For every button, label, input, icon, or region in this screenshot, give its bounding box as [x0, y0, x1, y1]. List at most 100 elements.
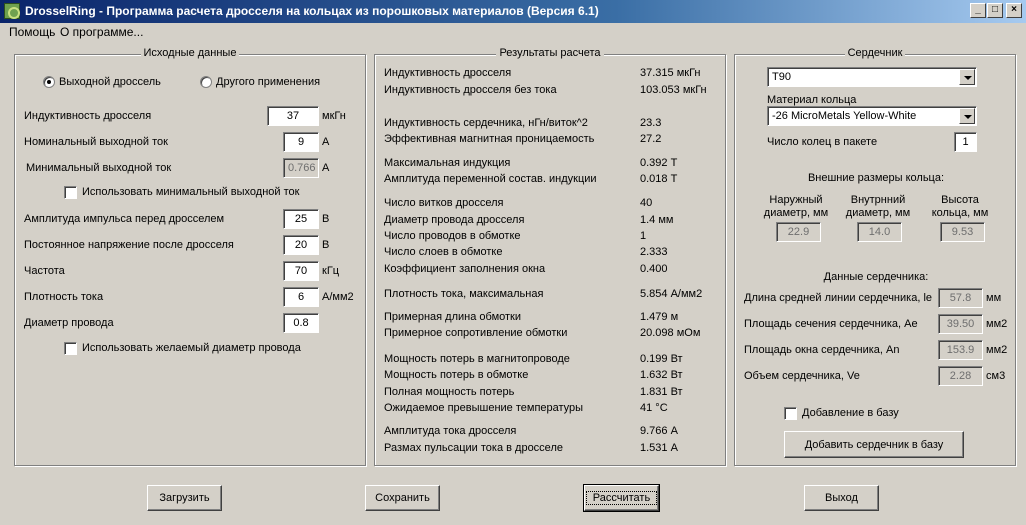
result-label: Мощность потерь в магнитопроводе	[384, 353, 570, 365]
result-value: 20.098 мОм	[640, 327, 701, 339]
result-value: 37.315 мкГн	[640, 67, 701, 79]
min-current-input: 0.766	[283, 158, 319, 178]
window-title: DrosselRing - Программа расчета дросселя…	[25, 4, 599, 18]
result-label: Коэффициент заполнения окна	[384, 263, 546, 275]
chevron-down-icon[interactable]	[959, 108, 975, 124]
result-value: 5.854 А/мм2	[640, 288, 703, 300]
outer-diameter-label: Наружный диаметр, мм	[763, 194, 829, 219]
use-min-current-label: Использовать минимальный выходной ток	[82, 186, 300, 198]
result-label: Размах пульсации тока в дросселе	[384, 442, 563, 454]
radio-output-choke[interactable]	[43, 76, 55, 88]
result-value: 1.531 А	[640, 442, 678, 454]
result-label: Диаметр провода дросселя	[384, 214, 525, 226]
ve-unit: см3	[986, 370, 1006, 382]
menu-help[interactable]: Помощь	[9, 25, 55, 39]
an-field: 153.9	[938, 340, 983, 360]
result-value: 9.766 А	[640, 425, 678, 437]
result-value: 0.400	[640, 263, 668, 275]
nominal-current-label: Номинальный выходной ток	[24, 136, 168, 148]
add-to-db-checkbox[interactable]	[784, 407, 797, 420]
save-button[interactable]: Сохранить	[365, 485, 440, 511]
maximize-button[interactable]: □	[987, 3, 1003, 18]
current-density-label: Плотность тока	[24, 291, 104, 303]
result-label: Индуктивность дросселя без тока	[384, 84, 557, 96]
exit-button-label: Выход	[825, 492, 858, 504]
result-value: 103.053 мкГн	[640, 84, 707, 96]
nominal-current-input[interactable]: 9	[283, 132, 319, 152]
result-value: 1.831 Вт	[640, 386, 683, 398]
core-select[interactable]: T90	[767, 67, 977, 87]
result-value: 27.2	[640, 133, 662, 145]
radio-other-label: Другого применения	[216, 76, 321, 88]
result-label: Индуктивность сердечника, нГн/виток^2	[384, 117, 588, 129]
core-select-value: T90	[772, 71, 791, 83]
minimize-button[interactable]: _	[970, 3, 986, 18]
ae-field: 39.50	[938, 314, 983, 334]
frequency-unit: кГц	[322, 265, 340, 277]
nominal-current-unit: А	[322, 136, 330, 148]
calculate-button-label: Рассчитать	[585, 491, 658, 505]
result-label: Эффективная магнитная проницаемость	[384, 133, 595, 145]
ae-unit: мм2	[986, 318, 1008, 330]
radio-output-label: Выходной дроссель	[59, 76, 161, 88]
calculate-button[interactable]: Рассчитать	[583, 484, 660, 512]
ae-label: Площадь сечения сердечника, Ae	[744, 318, 918, 330]
exit-button[interactable]: Выход	[804, 485, 879, 511]
inner-diameter-field: 14.0	[857, 222, 902, 242]
frequency-input[interactable]: 70	[283, 261, 319, 281]
core-group-title: Сердечник	[844, 47, 906, 59]
result-label: Число витков дросселя	[384, 197, 504, 209]
result-value: 0.199 Вт	[640, 353, 683, 365]
use-min-current-checkbox[interactable]	[64, 186, 77, 199]
use-wire-diameter-checkbox[interactable]	[64, 342, 77, 355]
inductance-label: Индуктивность дросселя	[24, 110, 152, 122]
min-current-unit: А	[322, 162, 330, 174]
result-value: 0.018 Т	[640, 173, 678, 185]
use-wire-diameter-label: Использовать желаемый диаметр провода	[82, 342, 301, 354]
current-density-input[interactable]: 6	[283, 287, 319, 307]
le-unit: мм	[986, 292, 1002, 304]
wire-diameter-label: Диаметр провода	[24, 317, 114, 329]
menu-about[interactable]: О программе...	[60, 25, 143, 39]
result-label: Число проводов в обмотке	[384, 230, 521, 242]
result-value: 1.479 м	[640, 311, 679, 323]
frequency-label: Частота	[24, 265, 65, 277]
radio-other-use[interactable]	[200, 76, 212, 88]
ring-height-field: 9.53	[940, 222, 985, 242]
result-value: 2.333	[640, 246, 668, 258]
an-unit: мм2	[986, 344, 1008, 356]
results-group-title: Результаты расчета	[496, 47, 604, 59]
rings-input[interactable]: 1	[954, 132, 977, 152]
wire-diameter-input[interactable]: 0.8	[283, 313, 319, 333]
result-label: Примерное сопротивление обмотки	[384, 327, 568, 339]
result-label: Амплитуда тока дросселя	[384, 425, 517, 437]
app-icon	[4, 3, 20, 19]
inductance-input[interactable]: 37	[267, 106, 319, 126]
outer-diameter-field: 22.9	[776, 222, 821, 242]
result-label: Полная мощность потерь	[384, 386, 515, 398]
result-value: 1	[640, 230, 647, 242]
load-button[interactable]: Загрузить	[147, 485, 222, 511]
add-core-to-db-label: Добавить сердечник в базу	[804, 438, 944, 451]
dc-voltage-unit: В	[322, 239, 330, 251]
dc-voltage-label: Постоянное напряжение после дросселя	[24, 239, 234, 251]
chevron-down-icon[interactable]	[959, 69, 975, 85]
results-group: Результаты расчета Индуктивность дроссел…	[374, 47, 726, 466]
result-label: Амплитуда переменной состав. индукции	[384, 173, 597, 185]
result-label: Мощность потерь в обмотке	[384, 369, 529, 381]
current-density-unit: А/мм2	[322, 291, 354, 303]
result-label: Плотность тока, максимальная	[384, 288, 544, 300]
material-select[interactable]: -26 MicroMetals Yellow-White	[767, 106, 977, 126]
dc-voltage-input[interactable]: 20	[283, 235, 319, 255]
material-label: Материал кольца	[767, 94, 857, 106]
inner-diameter-label: Внутрнний диаметр, мм	[845, 194, 911, 219]
result-label: Индуктивность дросселя	[384, 67, 512, 79]
close-button[interactable]: ×	[1006, 3, 1022, 18]
add-core-to-db-button[interactable]: Добавить сердечник в базу	[784, 431, 964, 458]
result-value: 23.3	[640, 117, 662, 129]
pulse-amp-input[interactable]: 25	[283, 209, 319, 229]
result-value: 1.632 Вт	[640, 369, 683, 381]
an-label: Площадь окна сердечника, An	[744, 344, 900, 356]
input-group: Исходные данные Выходной дроссель Другог…	[14, 47, 366, 466]
le-label: Длина средней линии сердечника, le	[744, 292, 932, 304]
